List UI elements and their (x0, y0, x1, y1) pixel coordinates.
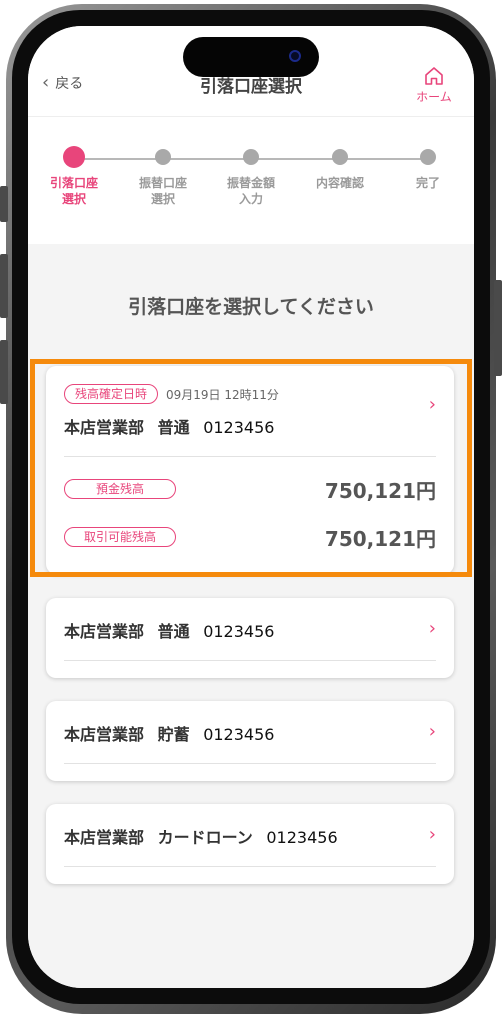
home-label: ホーム (416, 90, 452, 104)
account-info: 本店営業部 貯蓄 0123456 (64, 721, 436, 745)
available-balance-row: 取引可能残高 750,121円 (46, 513, 454, 561)
home-button[interactable]: ホーム (412, 66, 456, 105)
chevron-right-icon: › (428, 394, 436, 415)
step-dot (332, 149, 348, 165)
available-balance-amount: 750,121円 (324, 526, 436, 551)
account-number: 0123456 (203, 418, 275, 437)
deposit-balance-label: 預金残高 (64, 479, 176, 499)
account-info: 本店営業部 カードローン 0123456 (64, 824, 436, 848)
chevron-right-icon: › (428, 721, 436, 742)
step-dot (243, 149, 259, 165)
account-info: 本店営業部 普通 0123456 (64, 414, 436, 438)
step-confirm: 内容確認 (300, 147, 380, 191)
step-label: 振替口座 選択 (138, 176, 187, 206)
account-number: 0123456 (203, 725, 275, 744)
power-button (494, 280, 502, 376)
deposit-balance-row: 預金残高 750,121円 (46, 465, 454, 513)
divider (64, 763, 436, 764)
branch-name: 本店営業部 (64, 418, 145, 437)
branch-name: 本店営業部 (64, 725, 145, 744)
account-number: 0123456 (266, 828, 338, 847)
step-complete: 完了 (388, 147, 468, 191)
divider (64, 866, 436, 867)
step-dot-active (63, 146, 85, 168)
divider (64, 660, 436, 661)
branch-name: 本店営業部 (64, 828, 145, 847)
account-list-area: 引落口座を選択してください 残高確定日時 09月19日 12時11分 本店営業部… (28, 244, 474, 988)
chevron-right-icon: › (428, 618, 436, 639)
step-select-source-account: 引落口座 選択 (34, 146, 114, 207)
step-label: 内容確認 (315, 176, 364, 190)
divider (64, 456, 436, 457)
instruction-text: 引落口座を選択してください (128, 296, 374, 318)
home-icon (425, 67, 443, 85)
deposit-balance-amount: 750,121円 (324, 478, 436, 503)
account-card-header: 本店営業部 普通 0123456 › (46, 598, 454, 661)
step-select-target-account: 振替口座 選択 (123, 147, 203, 207)
balance-datetime: 09月19日 12時11分 (166, 387, 279, 402)
account-number: 0123456 (203, 622, 275, 641)
step-label: 振替金額 入力 (226, 176, 275, 206)
account-card-header: 本店営業部 カードローン 0123456 › (46, 804, 454, 867)
balance-timestamp-row: 残高確定日時 09月19日 12時11分 (64, 384, 436, 404)
account-card[interactable]: 残高確定日時 09月19日 12時11分 本店営業部 普通 0123456 › … (46, 366, 454, 574)
account-card-header: 本店営業部 貯蓄 0123456 › (46, 701, 454, 764)
balance-confirmed-badge: 残高確定日時 (64, 384, 159, 404)
account-type: カードローン (157, 828, 253, 847)
account-type: 貯蓄 (157, 725, 190, 744)
account-type: 普通 (157, 418, 190, 437)
step-enter-amount: 振替金額 入力 (211, 147, 291, 207)
camera-icon (289, 50, 301, 62)
dynamic-island (183, 37, 319, 77)
volume-down-button (0, 340, 8, 404)
account-info: 本店営業部 普通 0123456 (64, 618, 436, 642)
step-dot (155, 149, 171, 165)
chevron-right-icon: › (428, 824, 436, 845)
step-label: 引落口座 選択 (49, 176, 98, 206)
account-type: 普通 (157, 622, 190, 641)
step-label: 完了 (415, 176, 440, 190)
available-balance-label: 取引可能残高 (64, 527, 176, 547)
volume-up-button (0, 254, 8, 318)
account-card-header: 残高確定日時 09月19日 12時11分 本店営業部 普通 0123456 › (46, 366, 454, 457)
account-card[interactable]: 本店営業部 カードローン 0123456 › (46, 804, 454, 884)
account-card[interactable]: 本店営業部 普通 0123456 › (46, 598, 454, 678)
progress-stepper: 引落口座 選択 振替口座 選択 振替金額 入力 内容確認 完了 (28, 116, 474, 244)
screen: ‹ 戻る 引落口座選択 ホーム 引落口座 選択 振替口座 選択 振替金額 入力 … (28, 26, 474, 988)
branch-name: 本店営業部 (64, 622, 145, 641)
step-dot (420, 149, 436, 165)
account-card[interactable]: 本店営業部 貯蓄 0123456 › (46, 701, 454, 781)
silent-switch (0, 186, 8, 222)
